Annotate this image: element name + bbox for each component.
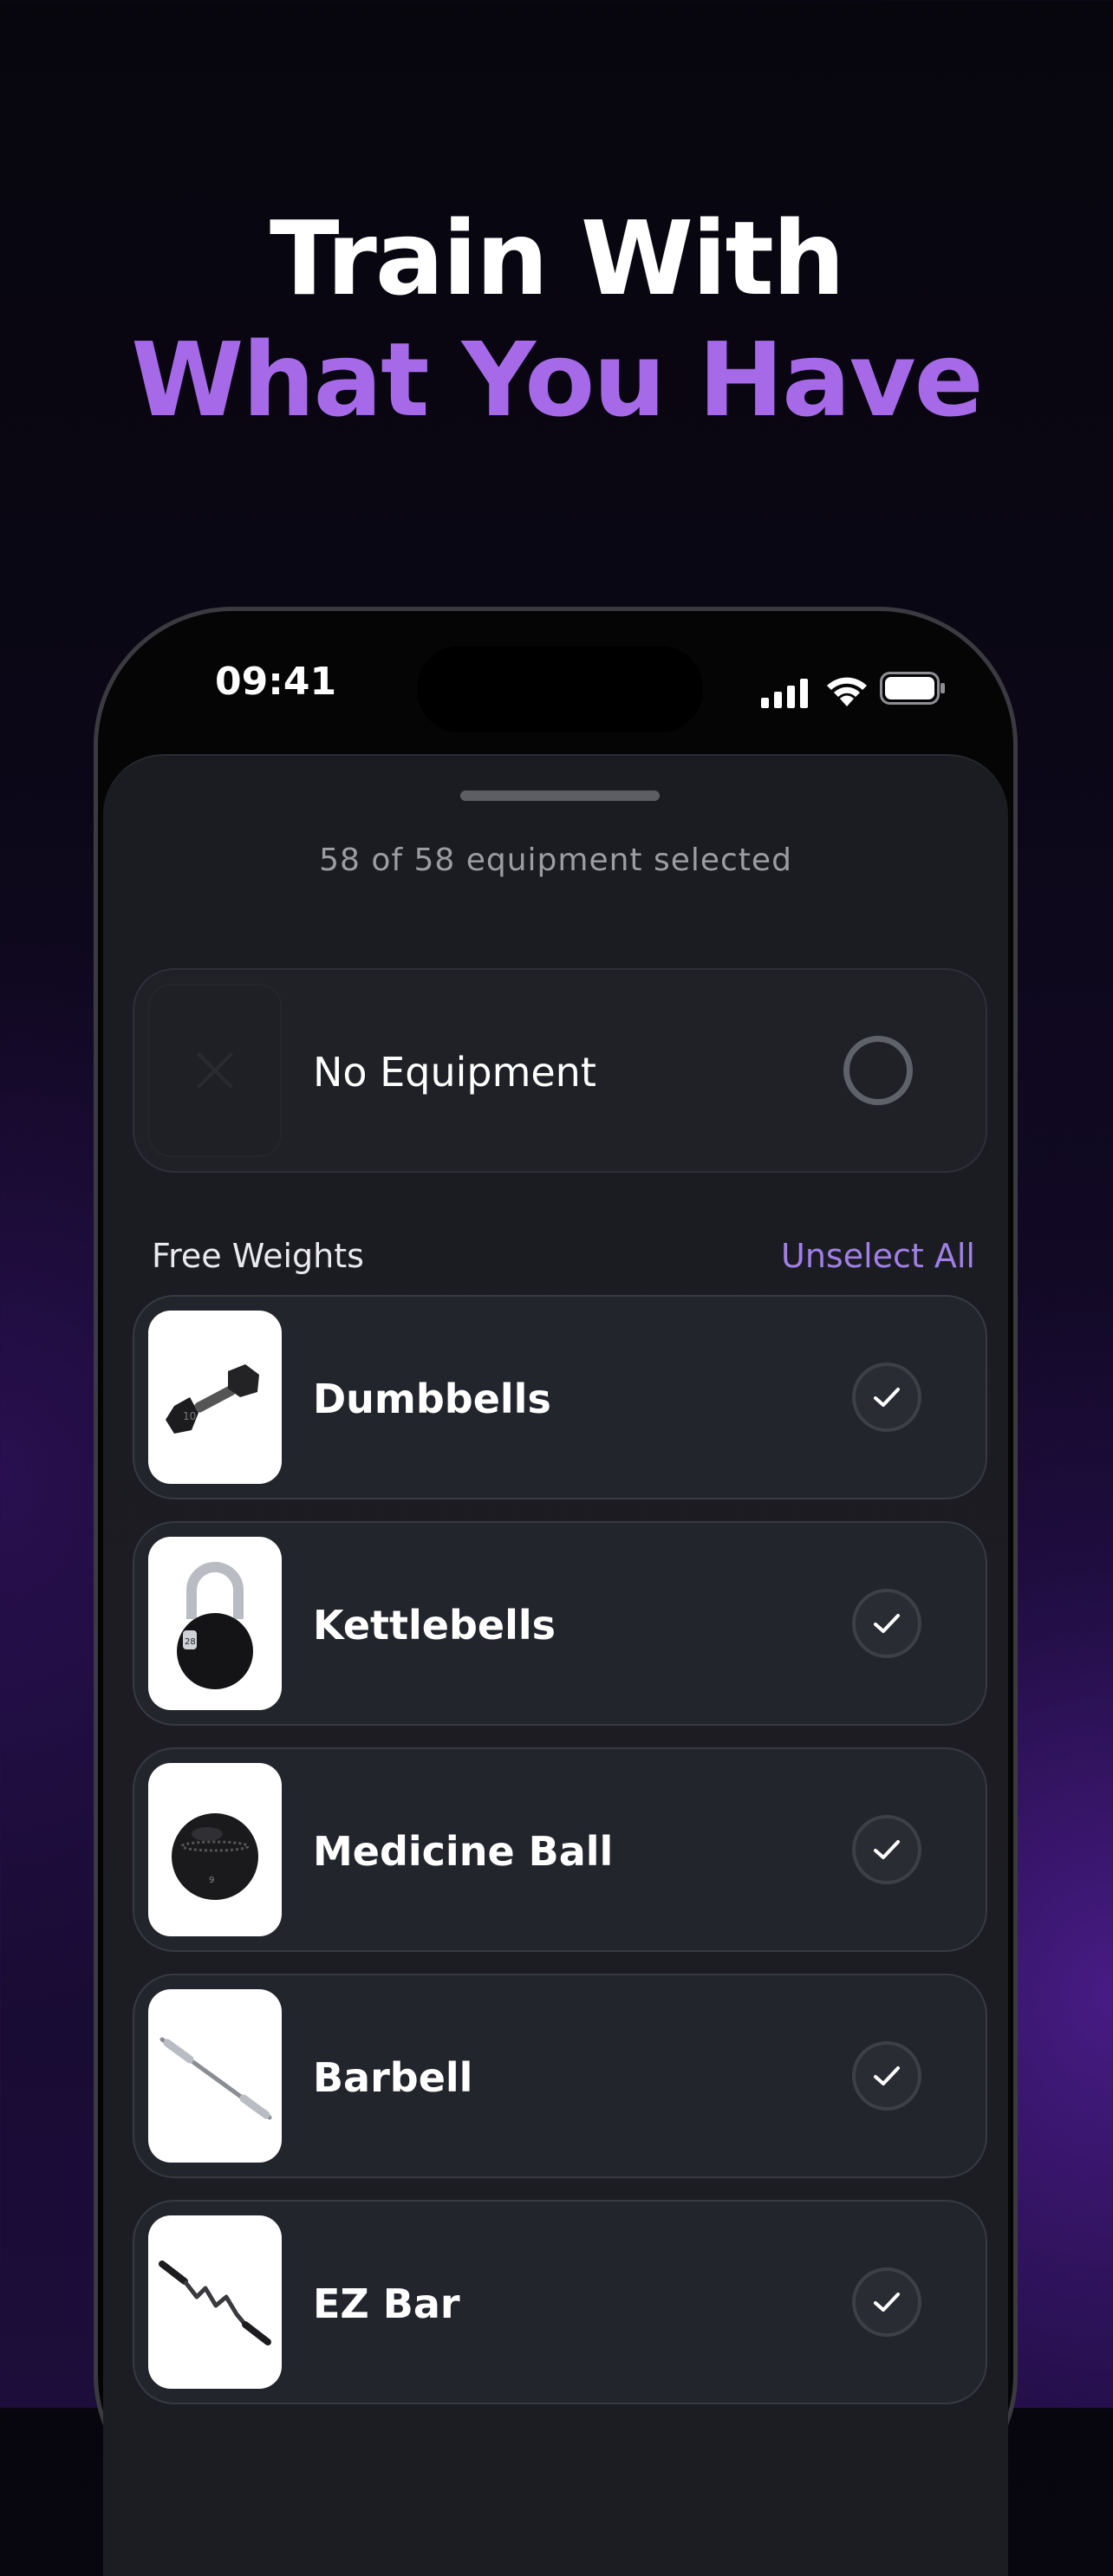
dynamic-island [417, 646, 703, 732]
equipment-item-kettlebells[interactable]: 28 Kettlebells [133, 1521, 987, 1726]
equipment-item-ez-bar[interactable]: EZ Bar [133, 2200, 987, 2404]
wifi-icon [827, 677, 867, 706]
equipment-item-barbell[interactable]: Barbell [133, 1974, 987, 2178]
check-icon[interactable] [852, 2267, 921, 2337]
no-equipment-option[interactable]: No Equipment [133, 968, 987, 1173]
kettlebell-image: 28 [148, 1537, 282, 1710]
no-equipment-radio[interactable] [843, 1036, 913, 1105]
selection-count: 58 of 58 equipment selected [319, 842, 792, 878]
status-time: 09:41 [215, 660, 337, 704]
sheet-grabber[interactable] [460, 790, 660, 801]
section-title: Free Weights [152, 1237, 364, 1275]
check-icon[interactable] [852, 1363, 921, 1432]
item-label: Medicine Ball [313, 1828, 614, 1875]
dumbbell-image: 10 [148, 1311, 282, 1484]
headline-line-1: Train With [270, 198, 845, 318]
medicine-ball-image: 9 [148, 1763, 282, 1936]
equipment-sheet: 58 of 58 equipment selected No Equipment… [103, 754, 1008, 2576]
svg-text:10: 10 [183, 1410, 196, 1422]
item-label: Kettlebells [313, 1602, 556, 1649]
svg-text:28: 28 [185, 1637, 196, 1647]
check-icon[interactable] [852, 2041, 921, 2111]
phone-frame: 09:41 58 of 58 equipment selected No Equ… [94, 607, 1018, 2576]
check-icon[interactable] [852, 1815, 921, 1884]
equipment-item-medicine-ball[interactable]: 9 Medicine Ball [133, 1747, 987, 1952]
item-label: Dumbbells [313, 1376, 551, 1422]
section-header: Free Weights Unselect All [152, 1237, 975, 1289]
item-label: Barbell [313, 2054, 473, 2101]
no-equipment-thumb [148, 984, 282, 1157]
unselect-all-button[interactable]: Unselect All [781, 1237, 975, 1275]
item-label: EZ Bar [313, 2280, 460, 2327]
check-icon[interactable] [852, 1589, 921, 1658]
headline-line-2: What You Have [131, 320, 983, 439]
ez-bar-image [148, 2215, 282, 2389]
cellular-signal-icon [761, 679, 808, 708]
barbell-image [148, 1989, 282, 2163]
headline: Train With What You Have [0, 198, 1113, 440]
equipment-item-dumbbells[interactable]: 10 Dumbbells [133, 1295, 987, 1499]
svg-text:9: 9 [209, 1876, 214, 1885]
battery-icon [880, 672, 945, 705]
cross-icon [197, 1052, 233, 1089]
no-equipment-label: No Equipment [313, 1049, 596, 1096]
